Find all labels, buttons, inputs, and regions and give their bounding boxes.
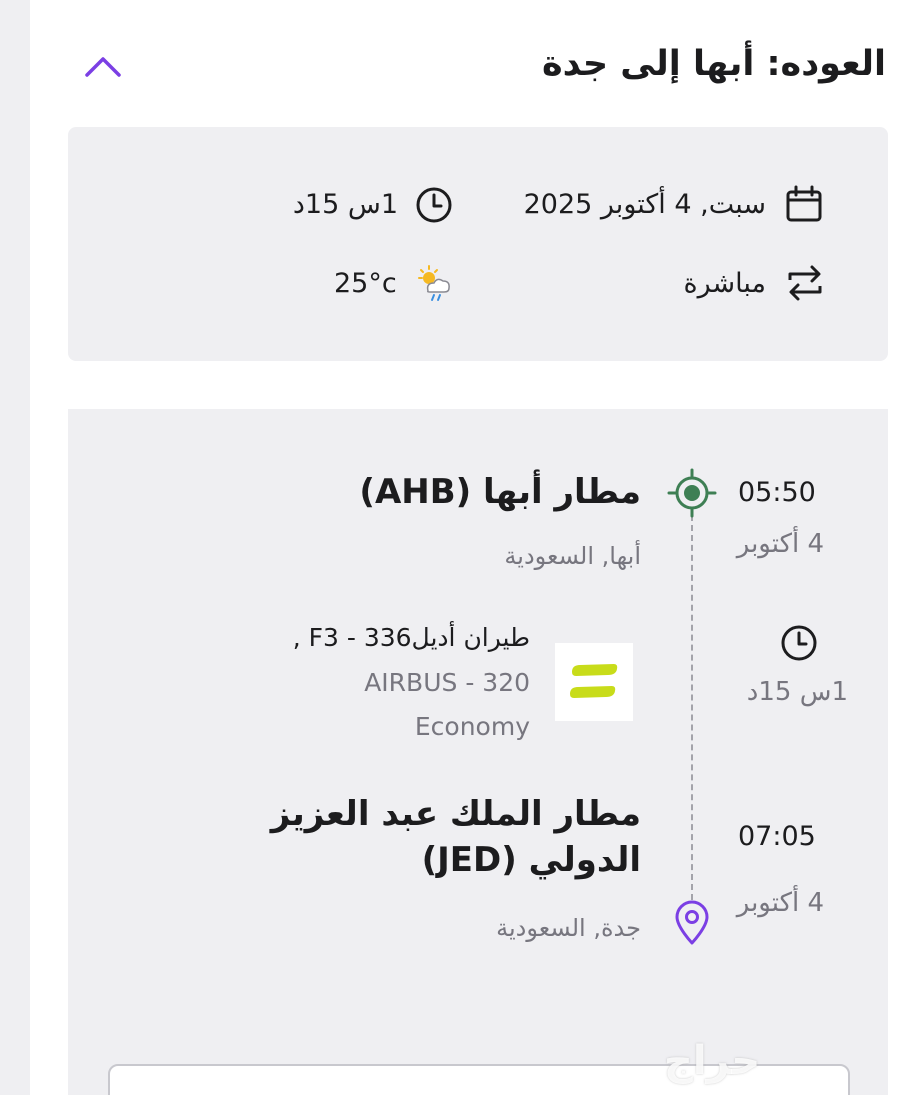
clock-icon: [416, 187, 452, 223]
aircraft-type: AIRBUS - 320: [364, 668, 530, 697]
weather-partly-cloudy-rain-icon: [418, 265, 450, 301]
departure-city: أبها, السعودية: [504, 542, 641, 570]
direct-flight-icon: [788, 265, 822, 301]
watermark: حراج: [664, 1038, 761, 1084]
departure-date: 4 أكتوبر: [736, 529, 824, 559]
arrival-date: 4 أكتوبر: [736, 888, 824, 918]
arrival-city: جدة, السعودية: [496, 914, 641, 942]
segment-clock-icon: [781, 625, 817, 661]
airline-flight-number: طيران أديل336 - F3 ,: [292, 623, 530, 652]
cabin-class: Economy: [414, 712, 530, 741]
calendar-icon: [786, 185, 822, 222]
chevron-up-icon: [85, 57, 121, 77]
side-panel-edge: [0, 0, 30, 1095]
flyadeal-logo-icon: [570, 664, 618, 698]
flight-details-card: 05:50 4 أكتوبر مطار أبها (AHB) أبها, الس…: [68, 409, 888, 1095]
arrival-location-pin-icon: [675, 900, 709, 945]
flight-duration: 1س 15د: [292, 189, 398, 220]
departure-time: 05:50: [738, 477, 816, 508]
temperature: 25°c: [334, 268, 397, 299]
flight-date: سبت, 4 أكتوبر 2025: [523, 189, 766, 220]
route-timeline-line: [691, 515, 693, 900]
collapse-button[interactable]: [82, 48, 124, 84]
departure-airport: مطار أبها (AHB): [359, 472, 641, 512]
arrival-time: 07:05: [738, 821, 816, 852]
flight-summary-card: سبت, 4 أكتوبر 2025 1س 15د مباشرة 25°c: [68, 127, 888, 361]
stops-label: مباشرة: [683, 268, 766, 299]
segment-duration: 1س 15د: [746, 677, 848, 707]
airline-logo: [555, 643, 633, 721]
departure-marker-icon: [667, 468, 717, 518]
arrival-airport: مطار الملك عبد العزيز الدولي (JED): [270, 794, 641, 880]
return-flight-title: العوده: أبها إلى جدة: [541, 44, 886, 84]
